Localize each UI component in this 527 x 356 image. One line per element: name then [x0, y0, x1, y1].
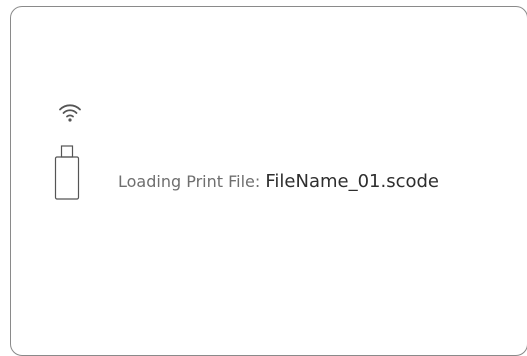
loading-status: Loading Print File: FileName_01.scode	[118, 170, 439, 194]
loading-label: Loading Print File:	[118, 172, 266, 191]
wifi-icon	[58, 99, 82, 123]
print-file-name: FileName_01.scode	[265, 171, 439, 192]
usb-drive-icon	[54, 145, 80, 201]
